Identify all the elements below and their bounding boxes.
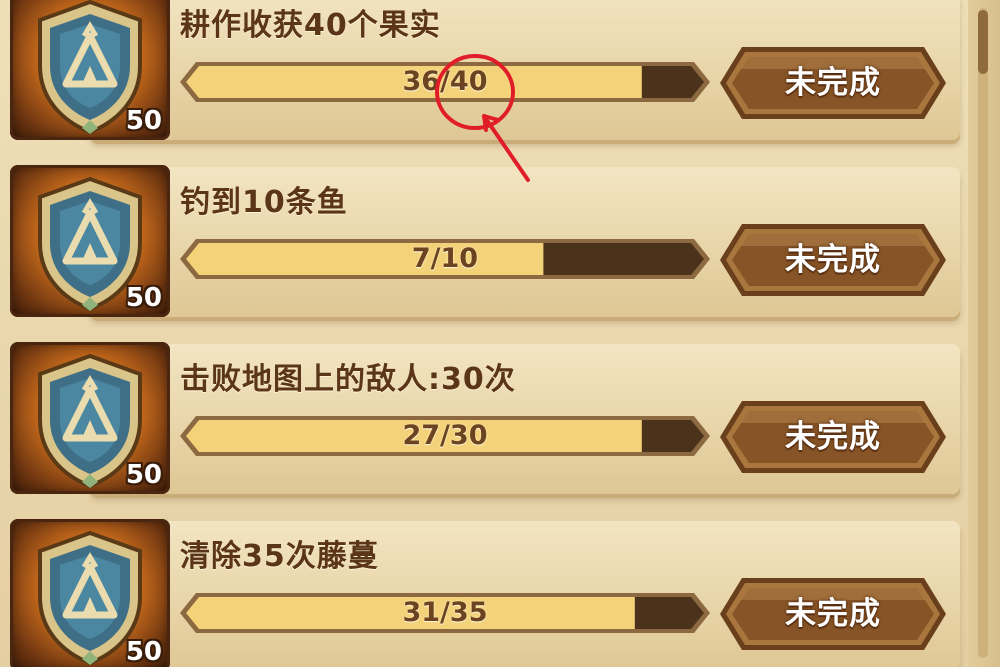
task-row: 50 耕作收获40个果实 36/40 未完成 xyxy=(0,0,962,150)
task-level-badge: 50 xyxy=(125,283,162,313)
task-title: 耕作收获40个果实 xyxy=(180,8,441,43)
task-level-badge: 50 xyxy=(125,460,162,490)
progress-text: 36/40 xyxy=(402,66,488,97)
progress-text: 31/35 xyxy=(402,597,488,628)
scroll-thumb[interactable] xyxy=(978,10,988,74)
task-progress-bar: 31/35 xyxy=(180,589,710,637)
task-status-button[interactable]: 未完成 xyxy=(720,220,946,300)
task-row: 50 钓到10条鱼 7/10 未完成 xyxy=(0,165,962,327)
task-title: 击败地图上的敌人:30次 xyxy=(180,362,516,397)
scroll-track xyxy=(978,8,988,658)
status-button-label: 未完成 xyxy=(785,419,881,455)
task-status-button[interactable]: 未完成 xyxy=(720,43,946,123)
task-list-panel: 50 耕作收获40个果实 36/40 未完成 50 钓到10条鱼 7/10 未完… xyxy=(0,0,1000,667)
task-level-badge: 50 xyxy=(125,106,162,136)
task-row: 50 清除35次藤蔓 31/35 未完成 xyxy=(0,519,962,667)
status-button-label: 未完成 xyxy=(785,65,881,101)
task-progress-bar: 7/10 xyxy=(180,235,710,283)
task-title: 清除35次藤蔓 xyxy=(180,539,379,574)
progress-text: 7/10 xyxy=(411,243,479,274)
task-progress-bar: 36/40 xyxy=(180,58,710,106)
task-row: 50 击败地图上的敌人:30次 27/30 未完成 xyxy=(0,342,962,504)
task-badge: 50 xyxy=(10,342,170,494)
scrollbar[interactable] xyxy=(968,0,1000,667)
task-badge: 50 xyxy=(10,0,170,140)
task-status-button[interactable]: 未完成 xyxy=(720,397,946,477)
task-progress-bar: 27/30 xyxy=(180,412,710,460)
task-badge: 50 xyxy=(10,519,170,667)
status-button-label: 未完成 xyxy=(785,596,881,632)
status-button-label: 未完成 xyxy=(785,242,881,278)
task-badge: 50 xyxy=(10,165,170,317)
progress-text: 27/30 xyxy=(402,420,488,451)
task-status-button[interactable]: 未完成 xyxy=(720,574,946,654)
task-level-badge: 50 xyxy=(125,637,162,667)
task-title: 钓到10条鱼 xyxy=(180,185,348,220)
